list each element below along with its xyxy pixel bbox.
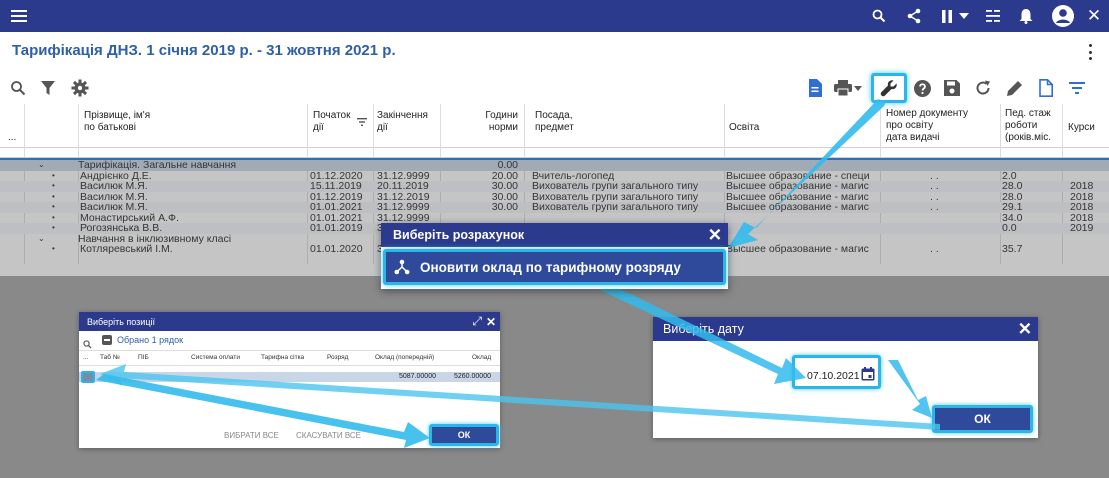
top-bar: ✕ [0, 0, 1109, 32]
date-input[interactable]: 07.10.2021 [792, 355, 881, 389]
close-icon[interactable]: ✕ [708, 227, 722, 244]
file-icon[interactable] [1036, 78, 1056, 98]
close-icon[interactable]: ✕ [486, 316, 496, 328]
col-prev-salary[interactable]: Оклад (попередній) [375, 354, 434, 361]
col-doc[interactable]: Номер документу про освіту дата видачі [886, 108, 968, 144]
cancel-all-button[interactable]: СКАСУВАТИ ВСЕ [296, 431, 361, 440]
option-label: Оновити оклад по тарифному розряду [420, 259, 681, 275]
refresh-icon[interactable] [973, 78, 993, 98]
select-checkbox[interactable] [102, 335, 112, 345]
select-all-button[interactable]: ВИБРАТИ ВСЕ [224, 431, 279, 440]
list-check-icon[interactable] [983, 0, 1003, 32]
col-name[interactable]: Прізвище, ім'я по батькові [84, 110, 150, 134]
col-tab-number[interactable]: Таб № [100, 354, 120, 361]
search-icon[interactable] [8, 78, 28, 98]
selected-count: Обрано 1 рядок [117, 335, 184, 345]
document-icon[interactable] [805, 78, 825, 98]
date-value: 07.10.2021 [807, 370, 860, 382]
search-icon[interactable] [83, 336, 92, 354]
choose-date-dialog: Виберіть дату ✕ 07.10.2021 ОК [653, 317, 1038, 438]
col-courses[interactable]: Курси [1068, 122, 1095, 134]
sort-icon[interactable] [1067, 78, 1087, 98]
more-columns-label[interactable]: ... [8, 132, 16, 144]
choose-calculation-dialog: Виберіть розрахунок ✕ Оновити оклад по т… [381, 223, 728, 289]
update-salary-option[interactable]: Оновити оклад по тарифному розряду [383, 249, 726, 285]
print-icon[interactable] [833, 78, 853, 98]
col-end[interactable]: Закінчення дії [377, 110, 428, 134]
col-full-name[interactable]: ПІБ [138, 354, 149, 361]
col-ped[interactable]: Пед. стаж роботи (років.міс. [1005, 108, 1051, 144]
share-icon[interactable] [904, 0, 924, 32]
col-start[interactable]: Початок дії [313, 110, 351, 134]
sort-asc-icon[interactable] [357, 118, 367, 129]
filter-row[interactable] [0, 148, 1109, 158]
ok-button[interactable]: ОК [429, 424, 499, 446]
col-more[interactable]: ... [83, 354, 88, 361]
col-hours[interactable]: Години норми [470, 110, 518, 134]
table-row[interactable]: 5087.00000 5260.00000 [79, 371, 500, 383]
prev-salary-value: 5087.00000 [399, 373, 436, 380]
col-tariff-grid[interactable]: Тарифна сітка [261, 354, 304, 361]
col-rank[interactable]: Розряд [327, 354, 348, 361]
ok-button[interactable]: ОК [932, 405, 1033, 433]
close-icon[interactable]: ✕ [1086, 0, 1102, 32]
col-education[interactable]: Освіта [729, 122, 759, 134]
row-checkbox[interactable] [81, 371, 95, 383]
col-salary[interactable]: Оклад [472, 354, 491, 361]
col-payment-system[interactable]: Система оплати [191, 354, 240, 361]
chevron-down-icon[interactable] [852, 78, 864, 98]
dialog-header: Виберіть дату ✕ [653, 317, 1038, 341]
dialog-title: Виберіть дату [663, 322, 744, 336]
pause-icon[interactable] [940, 0, 954, 32]
search-icon[interactable] [869, 0, 889, 32]
calendar-icon[interactable] [861, 367, 875, 386]
dialog-title: Виберіть розрахунок [393, 228, 525, 242]
edit-icon[interactable] [1005, 78, 1025, 98]
chevron-down-icon[interactable] [958, 0, 970, 32]
help-icon[interactable] [912, 78, 932, 98]
gear-icon[interactable] [70, 78, 90, 98]
col-position[interactable]: Посада, предмет [535, 110, 574, 134]
more-options-icon[interactable] [1086, 44, 1094, 60]
choose-positions-dialog: Виберіть позиції ⤢ ✕ Обрано 1 рядок ... … [79, 312, 500, 448]
table-header: ... Прізвище, ім'я по батькові Початок д… [0, 104, 1109, 148]
wrench-icon[interactable] [879, 78, 899, 98]
page-title: Тарифікація ДНЗ. 1 січня 2019 р. - 31 жо… [12, 42, 396, 59]
menu-icon[interactable] [8, 0, 30, 32]
salary-value: 5260.00000 [454, 373, 491, 380]
filter-icon[interactable] [38, 78, 58, 98]
save-icon[interactable] [942, 78, 962, 98]
close-icon[interactable]: ✕ [1018, 321, 1032, 338]
dialog-title: Виберіть позиції [87, 316, 155, 327]
expand-icon[interactable]: ⤢ [472, 314, 482, 329]
dialog-header: Виберіть позиції ⤢ ✕ [79, 312, 500, 331]
bell-icon[interactable] [1016, 0, 1036, 32]
account-icon[interactable] [1050, 0, 1076, 32]
hierarchy-icon [394, 259, 410, 275]
dialog-header: Виберіть розрахунок ✕ [381, 223, 728, 247]
